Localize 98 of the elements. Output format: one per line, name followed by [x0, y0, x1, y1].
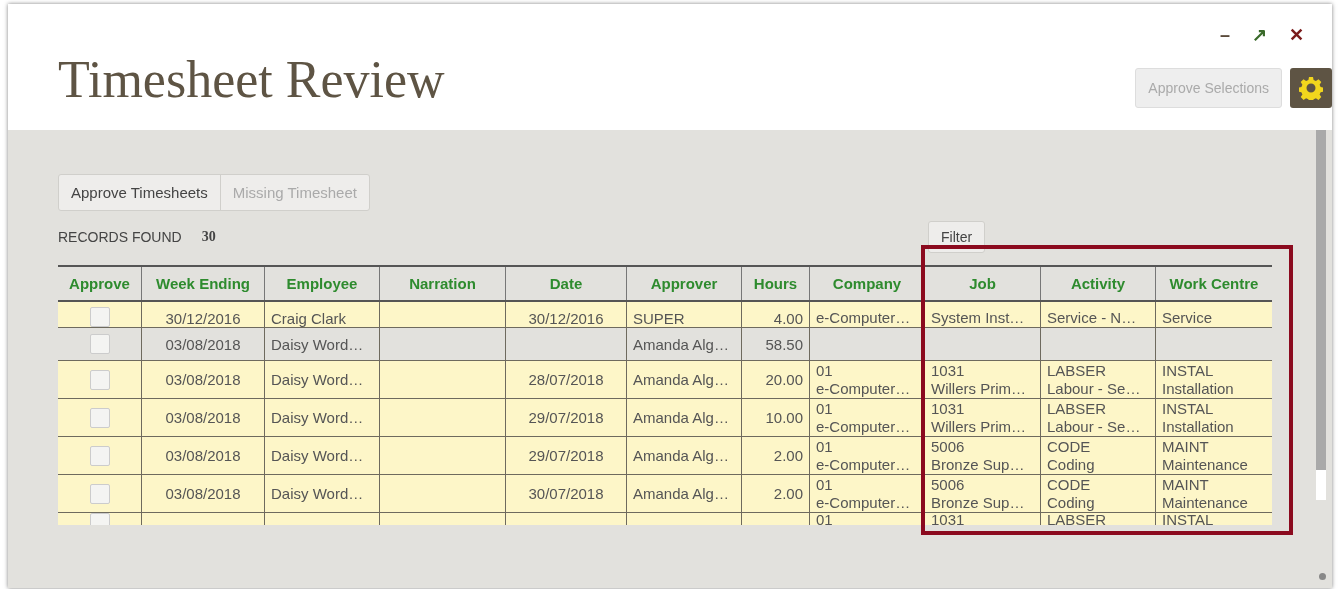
- table-cell: e-Computer…: [816, 455, 911, 474]
- table-cell: SUPER: [633, 310, 685, 327]
- table-cell: e-Computer…: [816, 417, 911, 436]
- table-cell: Bronze Sup…: [931, 455, 1025, 474]
- resize-handle[interactable]: [1319, 573, 1326, 580]
- approve-checkbox[interactable]: [89, 334, 110, 354]
- table-cell: CODE: [1047, 437, 1091, 456]
- table-cell: 5006: [931, 475, 965, 494]
- table-cell: Maintenance: [1162, 493, 1248, 512]
- table-cell: Craig Clark: [271, 310, 346, 327]
- approve-checkbox[interactable]: [89, 445, 110, 466]
- approve-checkbox[interactable]: [89, 483, 110, 504]
- table-cell: 30/07/2018: [528, 485, 604, 502]
- settings-button[interactable]: [1290, 67, 1332, 108]
- table-cell: Daisy Word…: [271, 335, 364, 353]
- maximize-icon[interactable]: ↗: [1252, 26, 1267, 48]
- table-cell: Amanda Alg…: [633, 485, 729, 502]
- table-cell: System Inst…: [931, 309, 1025, 327]
- column-header[interactable]: Narration: [380, 267, 506, 300]
- table-cell: Amanda Alg…: [633, 447, 729, 464]
- table-cell: 20.00: [765, 371, 803, 388]
- table-cell: 2.00: [773, 485, 803, 502]
- table-cell: 03/08/2018: [165, 447, 241, 464]
- table-cell: 01: [816, 513, 833, 525]
- window-title: Timesheet Review: [58, 50, 445, 109]
- table-cell: LABSER: [1047, 513, 1107, 525]
- table-cell: e-Computer…: [816, 379, 911, 398]
- column-header[interactable]: Hours: [742, 267, 810, 300]
- table-cell: Willers Prim…: [931, 417, 1026, 436]
- tab[interactable]: Approve Timesheets: [59, 175, 220, 210]
- column-header[interactable]: Employee: [265, 267, 380, 300]
- column-header[interactable]: Approve: [58, 267, 142, 300]
- column-header[interactable]: Work Centre: [1156, 267, 1272, 300]
- table-cell: Service: [1162, 309, 1213, 327]
- table-cell: Amanda Alg…: [633, 409, 729, 426]
- settings-icon: [1299, 75, 1323, 100]
- table-cell: e-Computer…: [816, 309, 911, 327]
- table-cell: INSTAL: [1162, 361, 1214, 380]
- table-cell: 1031: [931, 399, 965, 418]
- table-cell: 4.00: [773, 310, 803, 327]
- table-cell: 10.00: [765, 409, 803, 426]
- table-cell: 29/07/2018: [528, 409, 604, 426]
- table-cell: 30/12/2016: [165, 310, 241, 327]
- tab[interactable]: Missing Timesheet: [219, 175, 369, 210]
- table-cell: 1031: [931, 361, 965, 380]
- column-header[interactable]: Week Ending: [142, 267, 265, 300]
- window-scrollbar[interactable]: [1316, 130, 1326, 500]
- table-cell: CODE: [1047, 475, 1091, 494]
- table-cell: INSTAL: [1162, 399, 1214, 418]
- table-cell: Daisy Word…: [271, 485, 364, 502]
- table-cell: Labour - Se…: [1047, 417, 1141, 436]
- column-header[interactable]: Company: [810, 267, 925, 300]
- minimize-icon[interactable]: –: [1220, 26, 1230, 48]
- table-cell: Willers Prim…: [931, 379, 1026, 398]
- table-cell: Bronze Sup…: [931, 493, 1025, 512]
- table-cell: Amanda Alg…: [633, 335, 729, 353]
- column-header[interactable]: Job: [925, 267, 1041, 300]
- table-cell: MAINT: [1162, 475, 1209, 494]
- table-cell: LABSER: [1047, 399, 1107, 418]
- table-cell: 01: [816, 437, 833, 456]
- table-cell: 01: [816, 475, 833, 494]
- table-cell: Labour - Se…: [1047, 379, 1141, 398]
- table-cell: 28/07/2018: [528, 371, 604, 388]
- table-cell: 03/08/2018: [165, 409, 241, 426]
- table-cell: Installation: [1162, 379, 1234, 398]
- table-cell: 5006: [931, 437, 965, 456]
- table-cell: Service - N…: [1047, 309, 1137, 327]
- column-header[interactable]: Date: [506, 267, 627, 300]
- table-cell: MAINT: [1162, 437, 1209, 456]
- records-found-label: RECORDS FOUND: [58, 229, 182, 245]
- table-cell: Amanda Alg…: [633, 371, 729, 388]
- table-cell: Daisy Word…: [271, 447, 364, 464]
- table-cell: 2.00: [773, 447, 803, 464]
- close-icon[interactable]: ✕: [1289, 26, 1304, 48]
- approve-checkbox[interactable]: [89, 307, 110, 327]
- table-cell: 03/08/2018: [165, 485, 241, 502]
- table-cell: 01: [816, 399, 833, 418]
- table-cell: LABSER: [1047, 361, 1107, 380]
- table-cell: INSTAL: [1162, 513, 1214, 525]
- table-cell: 30/12/2016: [528, 310, 604, 327]
- table-cell: Coding: [1047, 493, 1095, 512]
- table-cell: 58.50: [765, 335, 803, 353]
- table-cell: Installation: [1162, 417, 1234, 436]
- table-cell: 1031: [931, 513, 965, 525]
- table-cell: 01: [816, 361, 833, 380]
- records-count: 30: [201, 229, 216, 245]
- table-cell: 29/07/2018: [528, 447, 604, 464]
- table-cell: 03/08/2018: [165, 371, 241, 388]
- table-cell: Daisy Word…: [271, 409, 364, 426]
- table-cell: e-Computer…: [816, 493, 911, 512]
- table-cell: Maintenance: [1162, 455, 1248, 474]
- table-cell: Daisy Word…: [271, 371, 364, 388]
- approve-checkbox[interactable]: [89, 369, 110, 390]
- approve-checkbox[interactable]: [89, 407, 110, 428]
- column-header[interactable]: Approver: [627, 267, 742, 300]
- table-cell: 03/08/2018: [165, 335, 241, 353]
- table-cell: Coding: [1047, 455, 1095, 474]
- column-header[interactable]: Activity: [1041, 267, 1156, 300]
